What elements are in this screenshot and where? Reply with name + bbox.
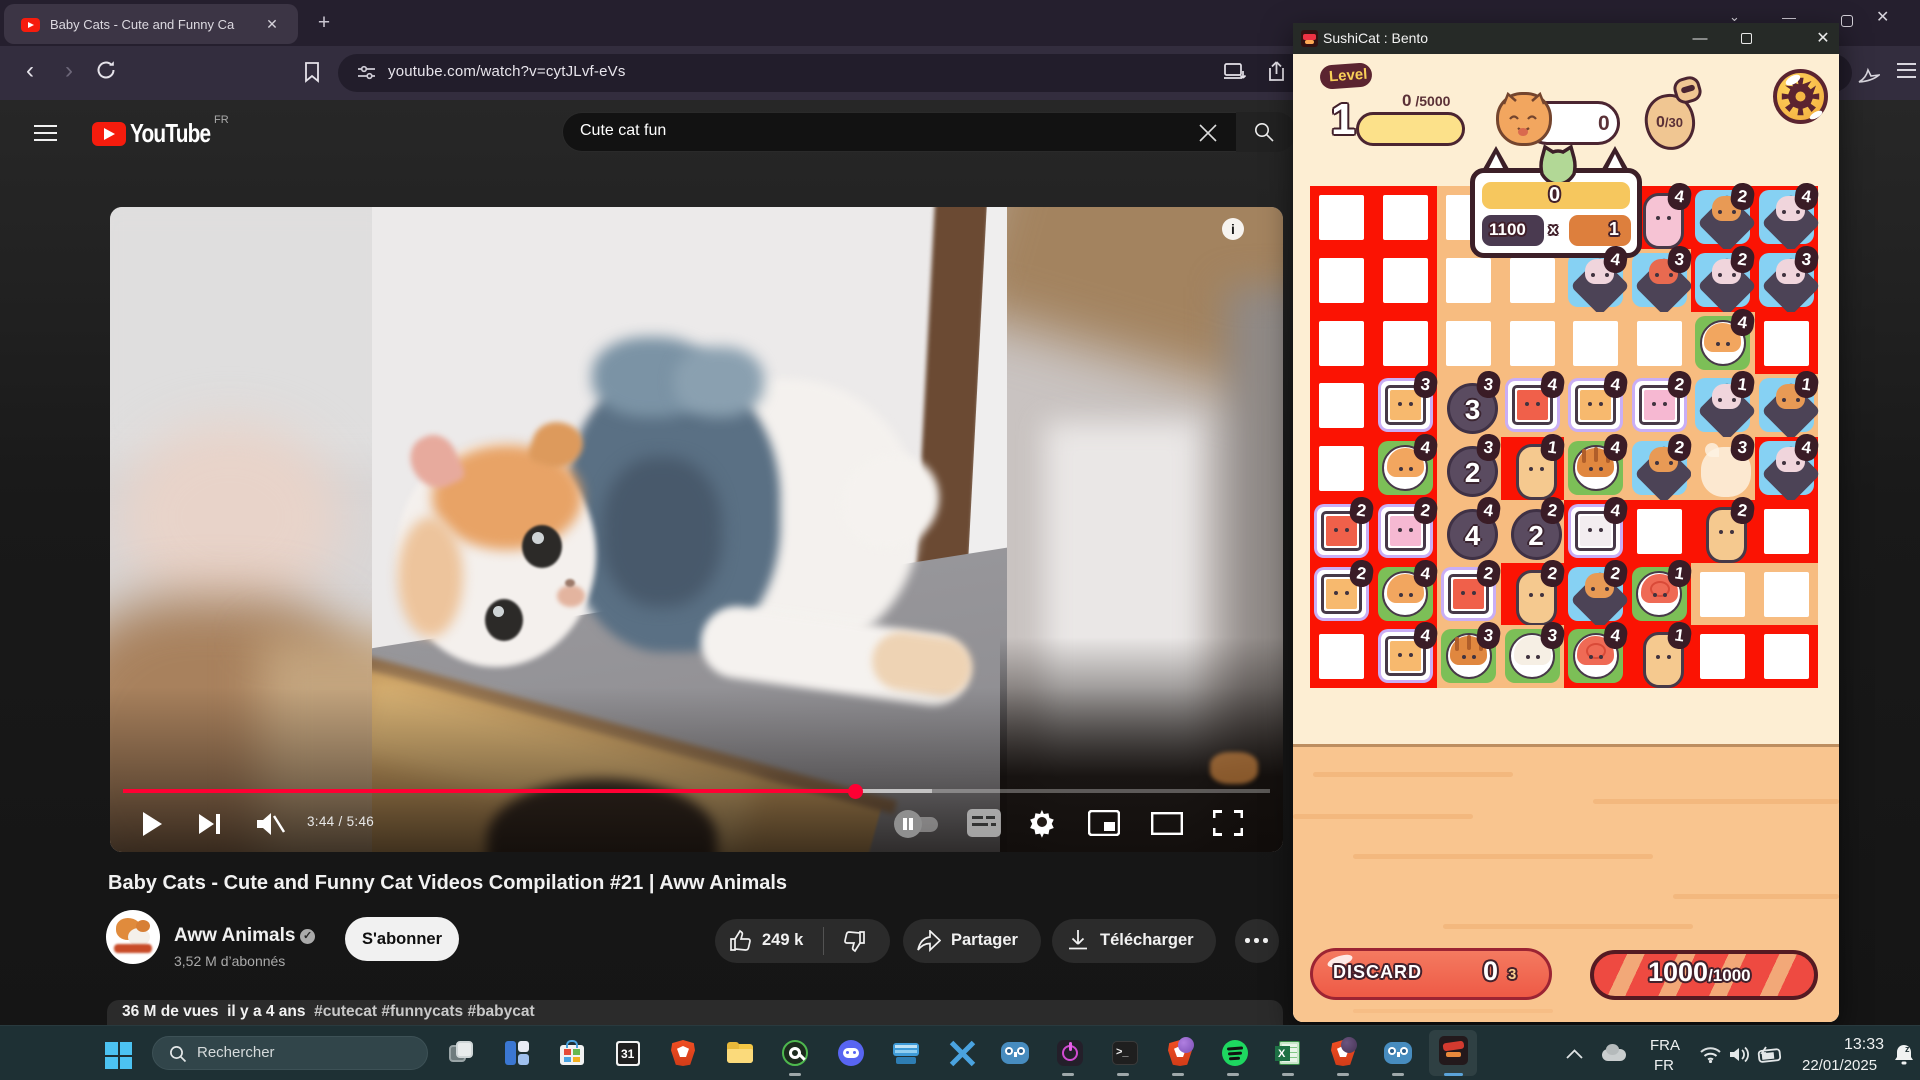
svg-text:z: z xyxy=(1905,1044,1910,1054)
